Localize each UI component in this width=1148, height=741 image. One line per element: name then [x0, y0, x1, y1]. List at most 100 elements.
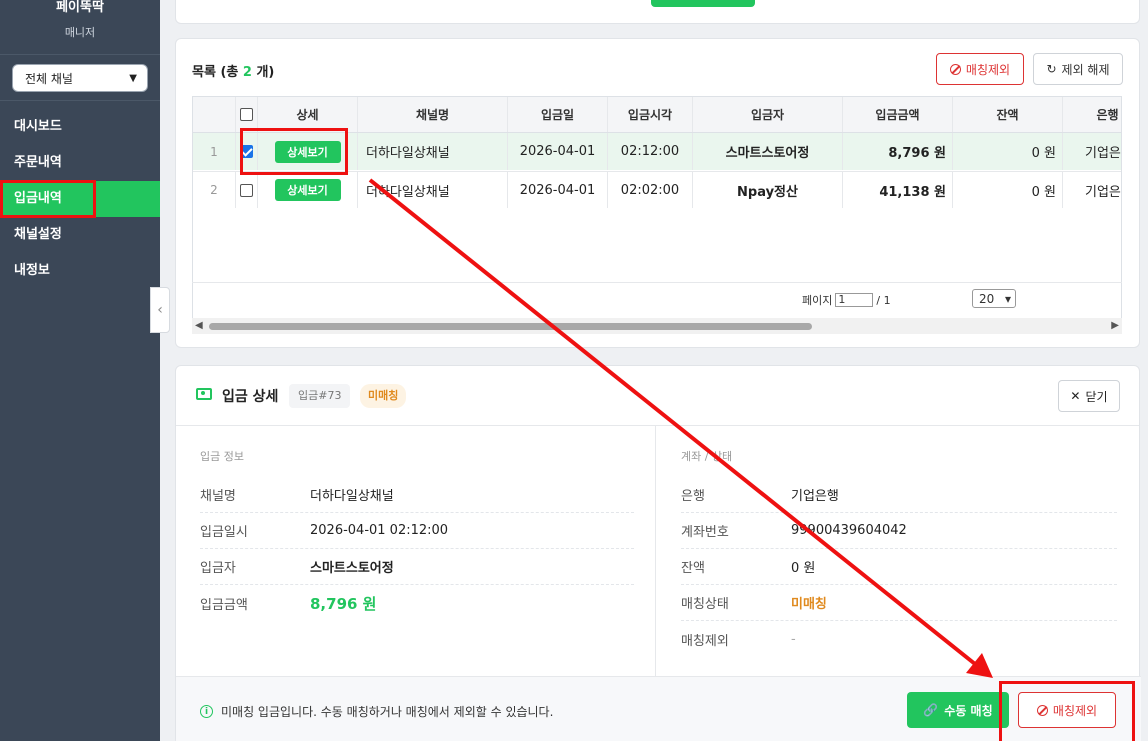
cell-amount: 8,796 원	[843, 133, 953, 170]
info-key: 채널명	[200, 489, 236, 504]
page-label: 페이지	[802, 294, 833, 307]
cell-channel: 더하다일상채널	[358, 172, 508, 208]
info-value: -	[791, 631, 796, 647]
detail-header: 입금 상세 입금#73 미매칭 ✕ 닫기	[176, 366, 1139, 426]
info-row: 계좌번호 99900439604042	[681, 513, 1117, 549]
scroll-right-icon[interactable]: ▶	[1111, 320, 1119, 331]
table-row[interactable]: 2 상세보기 더하다일상채널 2026-04-01 02:02:00 Npay정…	[193, 171, 1121, 208]
sidebar-item-channel-settings[interactable]: 채널설정	[0, 217, 160, 253]
sidebar-collapse-button[interactable]: ‹	[150, 287, 170, 333]
sidebar-item-my-info[interactable]: 내정보	[0, 253, 160, 289]
detail-body: 입금 정보 채널명 더하다일상채널 입금일시 2026-04-01 02:12:00…	[176, 426, 1141, 676]
chevron-down-icon: ▼	[129, 72, 137, 84]
cell-date: 2026-04-01	[508, 172, 608, 208]
deposit-detail-card: 입금 상세 입금#73 미매칭 ✕ 닫기 입금 정보 채널명 더하다일상채널 입금일…	[175, 365, 1141, 741]
brand-name: 페이뚝딱	[56, 0, 104, 15]
column-header[interactable]: 상세	[258, 97, 358, 132]
footer-info-text: 미매칭 입금입니다. 수동 매칭하거나 매칭에서 제외할 수 있습니다.	[221, 705, 554, 719]
sidebar-item-dashboard[interactable]: 대시보드	[0, 109, 160, 145]
scroll-left-icon[interactable]: ◀	[195, 320, 203, 331]
info-row: 은행 기업은행	[681, 477, 1117, 513]
cell-time: 02:12:00	[608, 133, 693, 170]
info-value-status: 미매칭	[791, 597, 827, 612]
annotation-highlight-box	[240, 128, 348, 175]
close-icon: ✕	[1070, 389, 1081, 403]
info-key: 입금금액	[200, 597, 248, 613]
info-key: 입금일시	[200, 525, 248, 540]
exclude-matching-button[interactable]: 매칭제외	[936, 53, 1024, 85]
info-value: 스마트스토어정	[310, 561, 394, 576]
section-title: 계좌 / 상태	[681, 450, 733, 463]
deposit-info-section: 입금 정보 채널명 더하다일상채널 입금일시 2026-04-01 02:12:00…	[176, 426, 656, 676]
sidebar: 페이뚝딱 매니저 전체 채널 ▼ 대시보드 주문내역 입금내역 채널설정 내정보	[0, 0, 160, 741]
info-key: 매칭상태	[681, 597, 729, 612]
info-key: 입금자	[200, 561, 236, 576]
header-row-number	[193, 97, 236, 132]
chevron-left-icon: ‹	[157, 302, 163, 318]
list-title-suffix: 개)	[251, 65, 275, 80]
ban-icon	[949, 63, 961, 75]
info-key: 은행	[681, 489, 705, 504]
sidebar-divider	[0, 100, 160, 101]
row-number: 2	[193, 172, 236, 208]
info-key: 잔액	[681, 561, 705, 576]
info-value: 0 원	[791, 561, 816, 576]
column-header[interactable]: 은행	[1063, 97, 1121, 132]
cell-bank: 기업은행	[1063, 172, 1121, 208]
info-value: 더하다일상채널	[310, 489, 394, 504]
channel-select[interactable]: 전체 채널 ▼	[12, 64, 148, 92]
column-header[interactable]: 잔액	[953, 97, 1063, 132]
column-header[interactable]: 입금시각	[608, 97, 693, 132]
page-input[interactable]: 1	[835, 293, 874, 307]
list-title: 목록 (총 2 개)	[192, 61, 274, 80]
info-row: 채널명 더하다일상채널	[200, 477, 634, 513]
info-icon: i	[200, 705, 213, 718]
select-all-checkbox[interactable]	[240, 108, 253, 121]
scrollbar-thumb[interactable]	[209, 323, 812, 330]
info-row: 입금금액 8,796 원	[200, 585, 634, 621]
brand: 페이뚝딱 매니저	[0, 0, 160, 55]
cell-amount: 41,138 원	[843, 172, 953, 208]
unexclude-button[interactable]: ↻ 제외 해제	[1033, 53, 1123, 85]
annotation-highlight-box	[999, 681, 1135, 741]
horizontal-scrollbar[interactable]: ◀ ▶	[192, 318, 1122, 334]
chevron-down-icon: ▾	[1004, 291, 1011, 306]
column-header[interactable]: 입금금액	[843, 97, 953, 132]
manual-match-label: 수동 매칭	[944, 703, 993, 718]
page-size-select[interactable]: 20 ▾	[972, 289, 1016, 308]
cell-balance: 0 원	[953, 133, 1063, 170]
view-detail-button[interactable]: 상세보기	[274, 179, 341, 201]
sidebar-item-deposits[interactable]: 입금내역	[0, 180, 160, 218]
money-icon	[196, 388, 212, 400]
list-title-prefix: 목록 (총	[192, 65, 243, 80]
close-button[interactable]: ✕ 닫기	[1058, 380, 1120, 412]
user-role: 매니저	[64, 26, 96, 39]
row-checkbox[interactable]	[240, 183, 253, 197]
page-size-value: 20	[979, 291, 995, 306]
top-action-button[interactable]	[651, 0, 755, 7]
close-label: 닫기	[1085, 389, 1108, 404]
column-header[interactable]: 입금자	[693, 97, 843, 132]
info-value: 2026-04-01 02:12:00	[310, 523, 449, 538]
sidebar-item-orders[interactable]: 주문내역	[0, 145, 160, 181]
sidebar-item-label: 주문내역	[14, 155, 62, 170]
detail-title: 입금 상세	[222, 389, 279, 405]
account-status-section: 계좌 / 상태 은행 기업은행 계좌번호 99900439604042 잔액 0 원 …	[657, 426, 1141, 676]
page-total: / 1	[876, 293, 891, 307]
unexclude-label: 제외 해제	[1061, 62, 1110, 77]
info-key: 계좌번호	[681, 525, 729, 540]
info-row: 입금일시 2026-04-01 02:12:00	[200, 513, 634, 549]
pagination-bar: 페이지 1 / 1 20 ▾	[192, 282, 1122, 314]
footer-info: i 미매칭 입금입니다. 수동 매칭하거나 매칭에서 제외할 수 있습니다.	[200, 703, 553, 720]
manual-match-button[interactable]: 🔗 수동 매칭	[907, 692, 1009, 728]
cell-date: 2026-04-01	[508, 133, 608, 170]
exclude-matching-label: 매칭제외	[965, 62, 1011, 77]
page-indicator: 페이지 1 / 1	[802, 292, 891, 308]
cell-payer: 스마트스토어정	[693, 133, 843, 170]
sidebar-menu: 대시보드 주문내역 입금내역 채널설정 내정보	[0, 109, 160, 289]
column-header[interactable]: 입금일	[508, 97, 608, 132]
top-card	[175, 0, 1140, 24]
detail-footer: i 미매칭 입금입니다. 수동 매칭하거나 매칭에서 제외할 수 있습니다. 🔗 수…	[176, 676, 1141, 741]
column-header[interactable]: 채널명	[358, 97, 508, 132]
info-row: 매칭제외 -	[681, 621, 1117, 657]
